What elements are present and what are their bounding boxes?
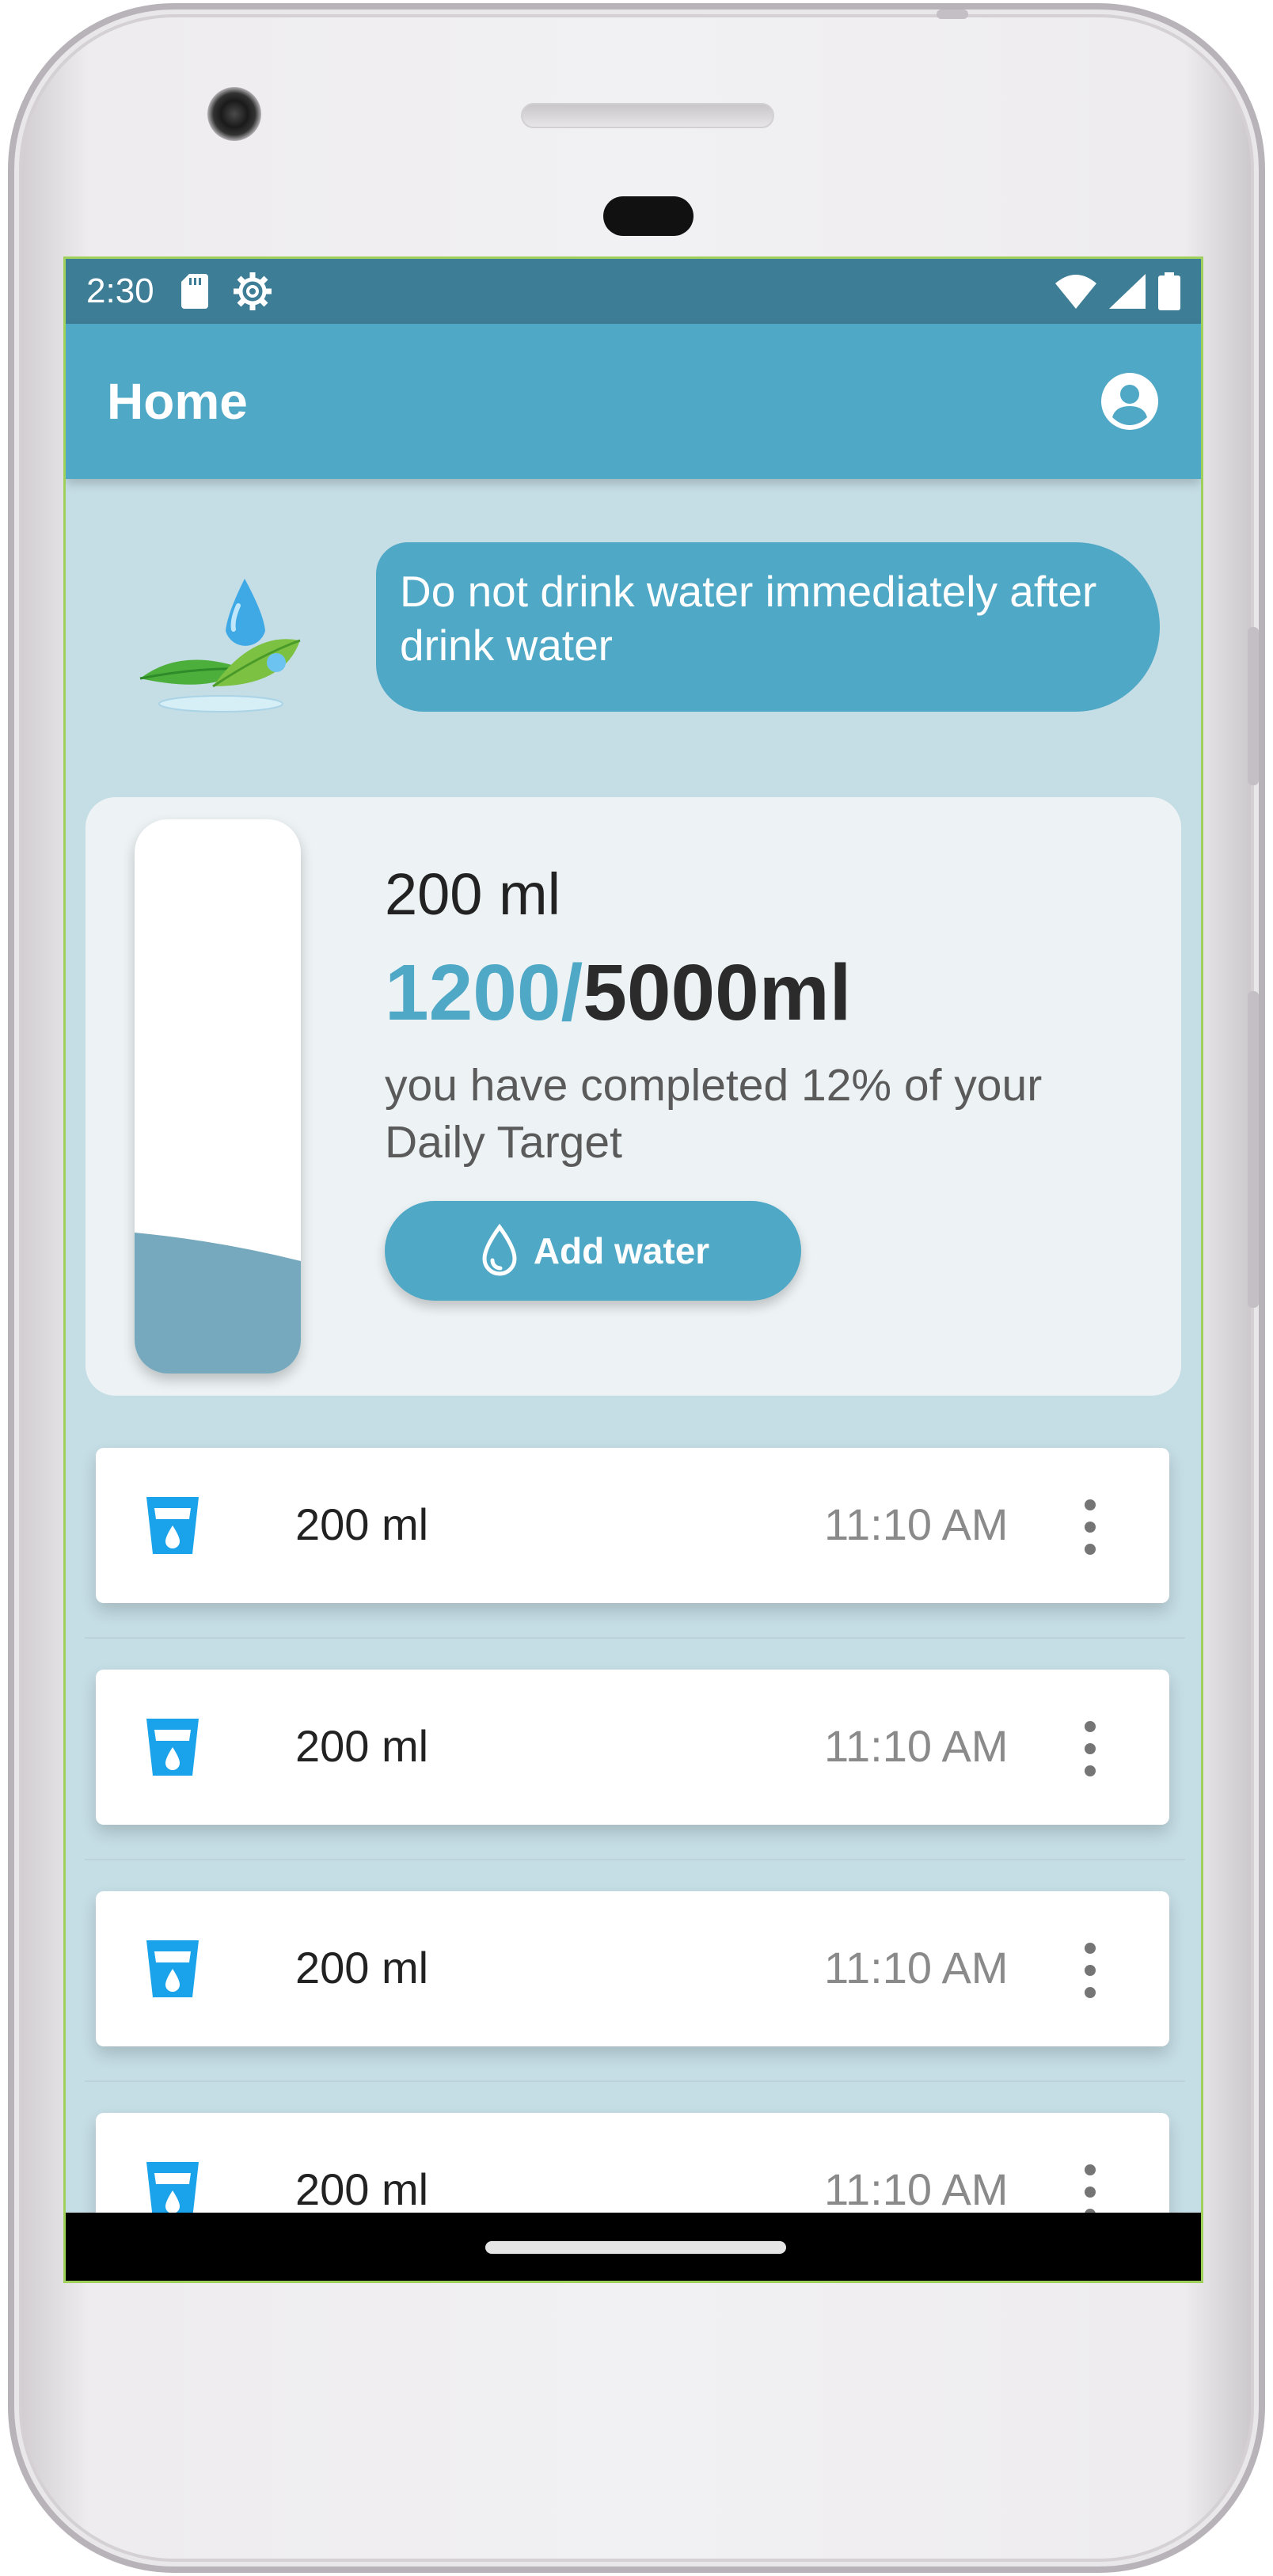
water-bottle-gauge [135,819,301,1373]
water-cup-icon [146,2162,199,2219]
intake-time: 11:10 AM [824,1943,1009,1993]
intake-list-item[interactable]: 200 ml 11:10 AM [96,1448,1169,1603]
intake-time: 11:10 AM [824,1721,1009,1771]
list-divider [85,1859,1185,1860]
intake-amount: 200 ml [295,2164,429,2214]
signal-icon [1109,274,1146,309]
status-bar: 2:30 [66,259,1201,324]
sd-card-icon [180,274,208,309]
intake-time: 11:10 AM [824,2164,1009,2214]
status-icons-right [1055,272,1180,310]
more-vert-icon[interactable] [1074,1497,1106,1557]
earpiece-speaker [521,103,774,128]
current-intake: 1200/ [385,948,583,1037]
list-divider [85,1637,1185,1639]
status-time: 2:30 [86,272,154,310]
more-vert-icon[interactable] [1074,1940,1106,2000]
add-water-label: Add water [533,1230,710,1271]
intake-ratio: 1200/5000ml [385,948,851,1039]
app-screen: 2:30 Home Do not drink water immediately… [63,256,1203,2283]
selected-amount: 200 ml [385,861,561,927]
battery-icon [1158,272,1180,310]
intake-list-item[interactable]: 200 ml 11:10 AM [96,1891,1169,2046]
proximity-sensor [603,196,694,236]
tip-message: Do not drink water immediately after dri… [376,542,1160,712]
intake-time: 11:10 AM [824,1499,1009,1549]
water-cup-icon [146,1719,199,1776]
intake-amount: 200 ml [295,1943,429,1993]
front-camera [207,87,261,141]
daily-target: 5000ml [583,948,852,1037]
progress-message: you have completed 12% of your Daily Tar… [385,1060,1043,1168]
list-divider [85,2080,1185,2082]
volume-button [1248,991,1259,1308]
add-water-button[interactable]: Add water [385,1201,801,1301]
page-title: Home [107,373,248,430]
gear-icon [233,272,272,310]
wifi-icon [1055,275,1096,309]
water-drop-icon [482,1224,517,1276]
water-drop-leaf-icon [139,579,301,712]
account-circle-icon[interactable] [1100,371,1160,431]
home-gesture-handle[interactable] [485,2241,786,2254]
intake-amount: 200 ml [295,1499,429,1549]
more-vert-icon[interactable] [1074,1719,1106,1779]
intake-list-item[interactable]: 200 ml 11:10 AM [96,1670,1169,1825]
water-cup-icon [146,1497,199,1554]
intake-amount: 200 ml [295,1721,429,1771]
app-bar: Home [66,324,1201,479]
side-button [1248,627,1259,785]
system-navigation-bar [66,2213,1201,2281]
water-cup-icon [146,1940,199,1997]
power-button-top [937,9,968,19]
progress-card: 200 ml 1200/5000ml you have completed 12… [86,797,1181,1396]
water-fill-level [135,1233,301,1373]
